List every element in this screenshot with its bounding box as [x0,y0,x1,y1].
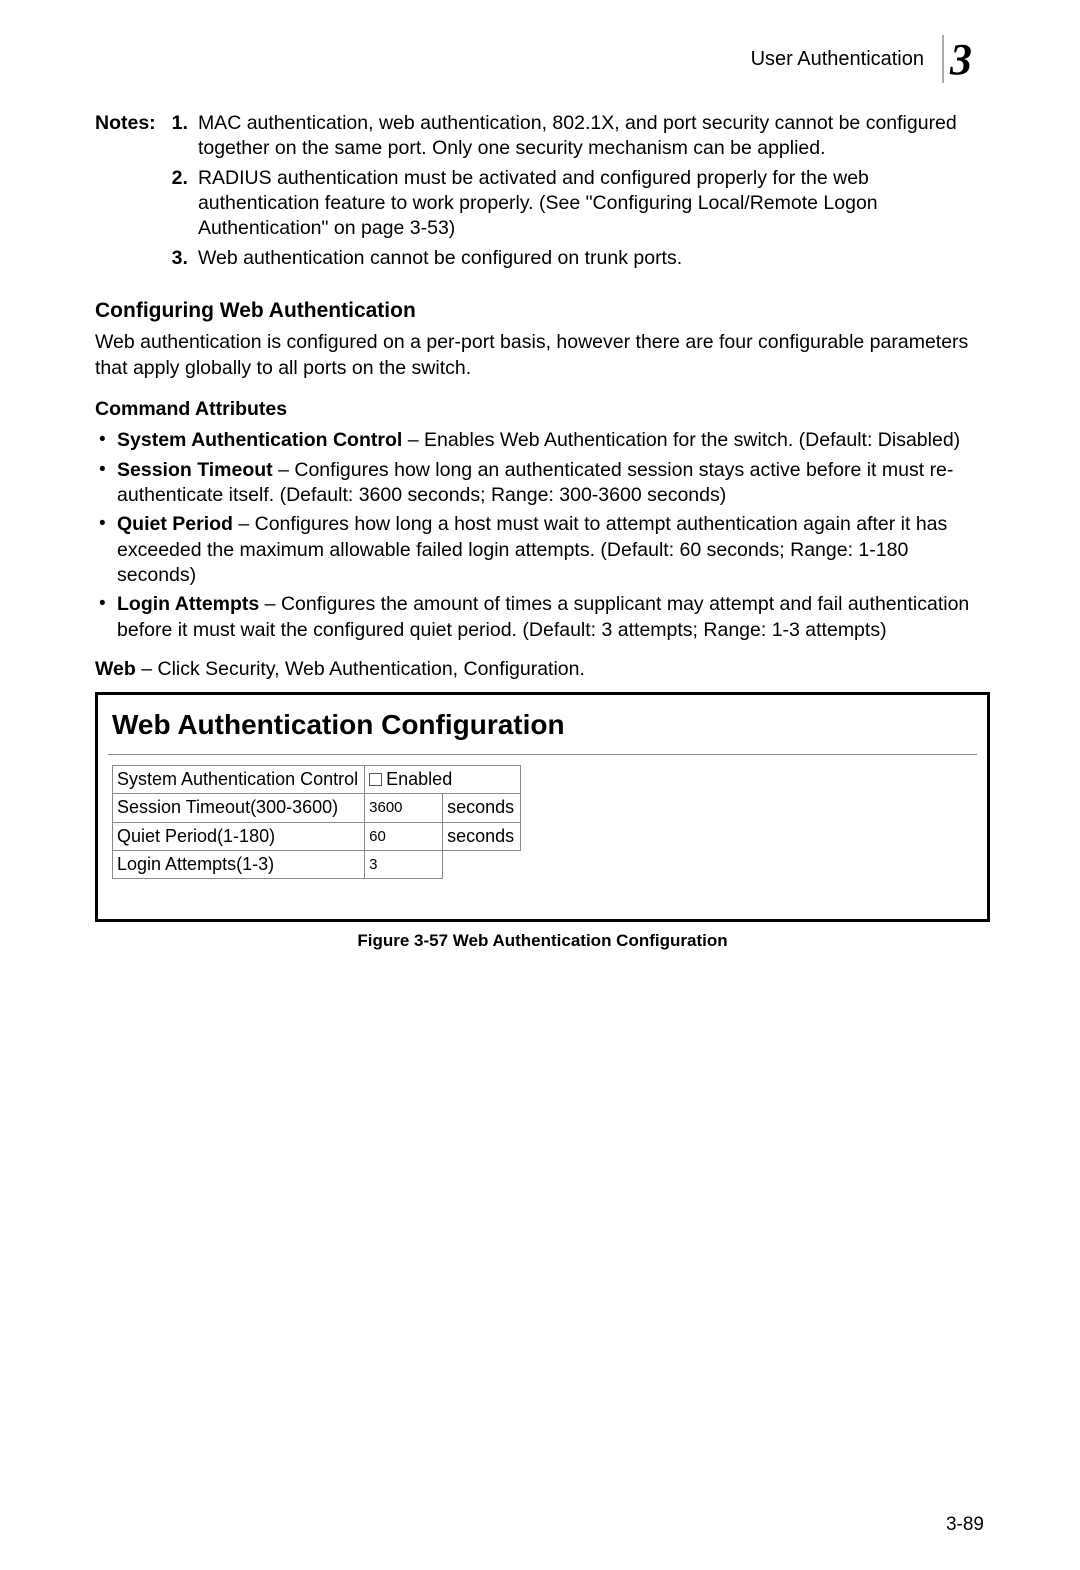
figure-divider [108,754,977,755]
chapter-badge: 3 [942,35,990,83]
attr-term: Quiet Period [117,513,233,535]
attr-term: Login Attempts [117,593,259,615]
cfg-label: System Authentication Control [113,765,365,793]
section-heading: Configuring Web Authentication [95,297,990,324]
checkbox-icon[interactable] [369,773,382,786]
note-text: RADIUS authentication must be activated … [198,166,990,242]
figure-box: Web Authentication Configuration System … [95,692,990,922]
header-title: User Authentication [751,46,924,72]
cfg-input[interactable]: 3600 [365,794,443,822]
web-text: Click Security, Web Authentication, Conf… [158,658,585,680]
enabled-label: Enabled [386,769,452,789]
command-attributes-list: System Authentication Control – Enables … [95,428,990,643]
cfg-label: Session Timeout(300-3600) [113,794,365,822]
page-number: 3-89 [946,1513,984,1538]
cfg-value-cell: Enabled [365,765,521,793]
web-sep: – [136,658,158,680]
cfg-unit: seconds [443,822,521,850]
chapter-number: 3 [950,31,972,88]
note-item: 3. Web authentication cannot be configur… [172,246,990,271]
attr-sep: – [259,593,281,615]
table-row: System Authentication Control Enabled [113,765,521,793]
notes-block: Notes: 1. MAC authentication, web authen… [95,111,990,275]
config-table: System Authentication Control Enabled Se… [112,765,521,880]
web-lead: Web [95,658,136,680]
table-row: Session Timeout(300-3600) 3600 seconds [113,794,521,822]
attr-item: Login Attempts – Configures the amount o… [117,592,990,643]
attr-sep: – [402,429,424,451]
note-text: Web authentication cannot be configured … [198,246,990,271]
cfg-empty [443,851,521,879]
cfg-label: Quiet Period(1-180) [113,822,365,850]
cfg-label: Login Attempts(1-3) [113,851,365,879]
notes-list: 1. MAC authentication, web authenticatio… [162,111,990,275]
note-number: 1. [172,111,198,162]
command-attributes-heading: Command Attributes [95,397,990,422]
cfg-input[interactable]: 3 [365,851,443,879]
attr-sep: – [233,513,255,535]
attr-item: Quiet Period – Configures how long a hos… [117,512,990,588]
note-number: 3. [172,246,198,271]
page-header: User Authentication 3 [95,35,990,83]
note-item: 2. RADIUS authentication must be activat… [172,166,990,242]
cfg-unit: seconds [443,794,521,822]
cfg-input[interactable]: 60 [365,822,443,850]
note-text: MAC authentication, web authentication, … [198,111,990,162]
attr-sep: – [273,459,295,481]
table-row: Login Attempts(1-3) 3 [113,851,521,879]
attr-item: System Authentication Control – Enables … [117,428,990,453]
figure-caption: Figure 3-57 Web Authentication Configura… [95,930,990,952]
attr-term: System Authentication Control [117,429,402,451]
attr-text: Enables Web Authentication for the switc… [424,429,960,451]
attr-term: Session Timeout [117,459,273,481]
attr-item: Session Timeout – Configures how long an… [117,458,990,509]
notes-label: Notes: [95,111,162,275]
note-item: 1. MAC authentication, web authenticatio… [172,111,990,162]
table-row: Quiet Period(1-180) 60 seconds [113,822,521,850]
section-intro: Web authentication is configured on a pe… [95,330,990,381]
web-nav-path: Web – Click Security, Web Authentication… [95,657,990,682]
note-number: 2. [172,166,198,242]
figure-title: Web Authentication Configuration [108,707,977,743]
